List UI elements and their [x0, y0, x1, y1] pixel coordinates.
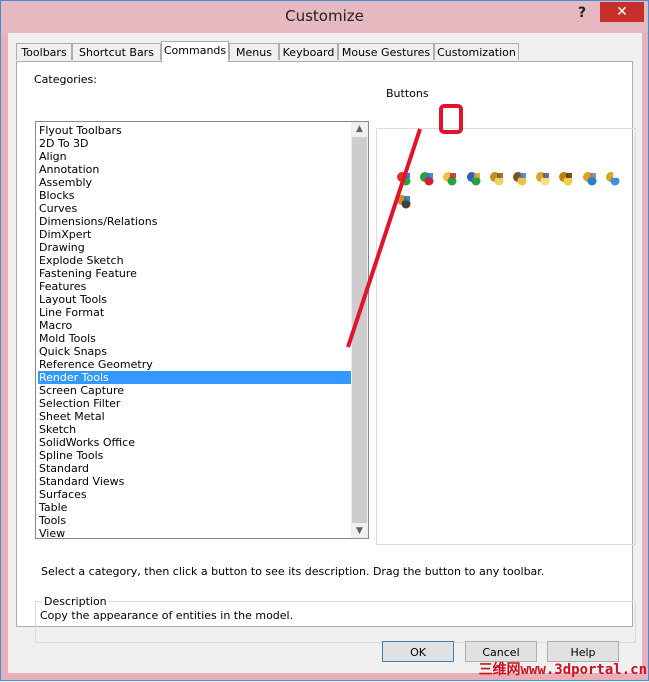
customize-window: Customize ? ✕ Toolbars Shortcut Bars Com… — [0, 0, 649, 681]
category-item-reference-geometry[interactable]: Reference Geometry — [38, 358, 351, 371]
render-preview-icon[interactable] — [511, 170, 529, 188]
category-item-macro[interactable]: Macro — [38, 319, 351, 332]
category-item-spline-tools[interactable]: Spline Tools — [38, 449, 351, 462]
category-item-mold-tools[interactable]: Mold Tools — [38, 332, 351, 345]
tab-shortcut-bars[interactable]: Shortcut Bars — [72, 43, 161, 60]
category-item-align[interactable]: Align — [38, 150, 351, 163]
category-item-drawing[interactable]: Drawing — [38, 241, 351, 254]
category-item-sheet-metal[interactable]: Sheet Metal — [38, 410, 351, 423]
category-item-layout-tools[interactable]: Layout Tools — [38, 293, 351, 306]
category-item-fastening-feature[interactable]: Fastening Feature — [38, 267, 351, 280]
category-item-standard-views[interactable]: Standard Views — [38, 475, 351, 488]
tab-mouse-gestures[interactable]: Mouse Gestures — [338, 43, 434, 60]
tab-commands[interactable]: Commands — [161, 41, 229, 62]
instruction-text: Select a category, then click a button t… — [41, 565, 545, 578]
render-options-icon[interactable] — [581, 170, 599, 188]
scene-icon[interactable] — [465, 170, 483, 188]
category-item-annotation[interactable]: Annotation — [38, 163, 351, 176]
buttons-label: Buttons — [384, 87, 431, 100]
category-item-surfaces[interactable]: Surfaces — [38, 488, 351, 501]
category-item-features[interactable]: Features — [38, 280, 351, 293]
category-item-assembly[interactable]: Assembly — [38, 176, 351, 189]
scroll-down-icon[interactable]: ▼ — [351, 524, 368, 538]
commands-panel: Categories: Flyout Toolbars 2D To 3D Align… — [16, 61, 636, 643]
category-item-dimensions-relations[interactable]: Dimensions/Relations — [38, 215, 351, 228]
category-item-standard[interactable]: Standard — [38, 462, 351, 475]
category-item-tools[interactable]: Tools — [38, 514, 351, 527]
paste-appearance-icon[interactable] — [441, 170, 459, 188]
category-item-table[interactable]: Table — [38, 501, 351, 514]
category-item-selection-filter[interactable]: Selection Filter — [38, 397, 351, 410]
watermark: 三维网www.3dportal.cn — [478, 662, 647, 678]
category-item-quick-snaps[interactable]: Quick Snaps — [38, 345, 351, 358]
description-group: Description Copy the appearance of entit… — [35, 595, 636, 643]
dialog-client: Toolbars Shortcut Bars Commands Menus Ke… — [8, 33, 642, 673]
tab-keyboard[interactable]: Keyboard — [279, 43, 338, 60]
decal-icon[interactable] — [488, 170, 506, 188]
buttons-group — [376, 128, 636, 545]
appearance-sphere-icon[interactable] — [395, 170, 413, 188]
title-bar[interactable]: Customize ? ✕ — [1, 1, 648, 33]
schedule-render-icon[interactable] — [604, 170, 622, 188]
list-scrollbar[interactable]: ▲ ▼ — [351, 122, 368, 538]
category-item-curves[interactable]: Curves — [38, 202, 351, 215]
category-item-screen-capture[interactable]: Screen Capture — [38, 384, 351, 397]
scroll-up-icon[interactable]: ▲ — [351, 122, 368, 136]
light-icon[interactable] — [557, 170, 575, 188]
scroll-thumb[interactable] — [352, 137, 367, 523]
help-title-button[interactable]: ? — [569, 3, 595, 23]
tab-toolbars[interactable]: Toolbars — [16, 43, 72, 60]
category-item-flyout-toolbars[interactable]: Flyout Toolbars — [38, 124, 351, 137]
category-item-blocks[interactable]: Blocks — [38, 189, 351, 202]
category-item-line-format[interactable]: Line Format — [38, 306, 351, 319]
close-icon: ✕ — [616, 4, 628, 20]
final-render-icon[interactable] — [395, 193, 413, 211]
tab-customization[interactable]: Customization — [434, 43, 519, 60]
close-button[interactable]: ✕ — [600, 2, 644, 22]
description-label: Description — [42, 595, 109, 608]
category-item-dimxpert[interactable]: DimXpert — [38, 228, 351, 241]
category-item-render-tools[interactable]: Render Tools — [38, 371, 351, 384]
category-item-view[interactable]: View — [38, 527, 351, 538]
copy-appearance-icon[interactable] — [418, 170, 436, 188]
tab-menus[interactable]: Menus — [229, 43, 279, 60]
category-item-explode-sketch[interactable]: Explode Sketch — [38, 254, 351, 267]
window-title: Customize — [285, 7, 364, 25]
description-text: Copy the appearance of entities in the m… — [40, 609, 294, 622]
render-region-icon[interactable] — [534, 170, 552, 188]
category-item-sketch[interactable]: Sketch — [38, 423, 351, 436]
category-item-2d-to-3d[interactable]: 2D To 3D — [38, 137, 351, 150]
category-item-solidworks-office[interactable]: SolidWorks Office — [38, 436, 351, 449]
categories-label: Categories: — [34, 73, 97, 86]
categories-list[interactable]: Flyout Toolbars 2D To 3D Align Annotation As… — [35, 121, 369, 539]
